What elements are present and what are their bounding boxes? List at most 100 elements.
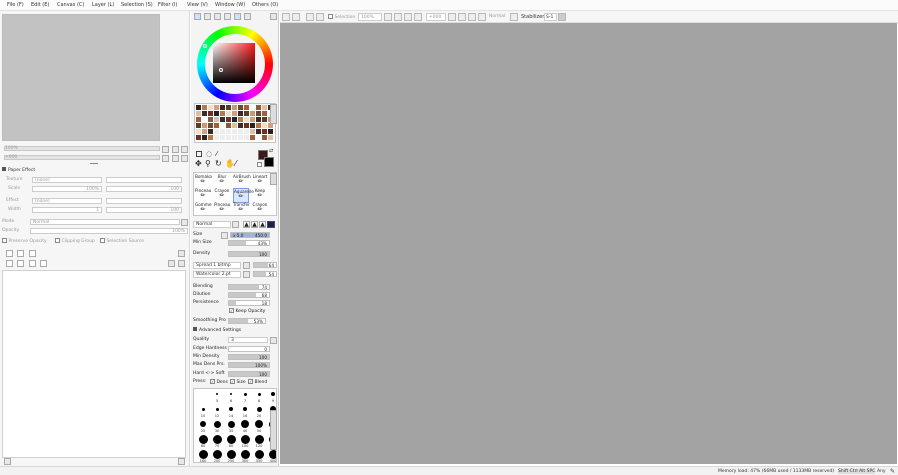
invert-selection-icon[interactable] (316, 13, 324, 21)
keep-opacity-checkbox[interactable]: ✓ Keep Opacity (229, 308, 265, 314)
color-swatch[interactable] (208, 123, 213, 128)
brush-size-dot[interactable] (255, 420, 263, 428)
color-swatch[interactable] (250, 111, 255, 116)
color-swatch[interactable] (232, 105, 237, 110)
sv-marker[interactable] (219, 68, 223, 72)
selection-source-checkbox[interactable]: Selection Source (100, 238, 144, 244)
brush-shape-strength-slider[interactable]: 64 (253, 262, 277, 268)
color-swatch[interactable] (226, 123, 231, 128)
undo-icon[interactable] (282, 13, 290, 21)
rotation-dropdown-icon[interactable] (448, 13, 456, 21)
brush-size-dot[interactable] (198, 434, 208, 444)
rotate-right-icon[interactable] (468, 13, 476, 21)
color-swatch[interactable] (250, 117, 255, 122)
effect-select-2[interactable] (106, 198, 182, 204)
effect-strength-slider[interactable]: 100 (106, 207, 182, 213)
menu-layer[interactable]: Layer (L) (92, 2, 114, 8)
zoom-in-button[interactable] (162, 146, 169, 153)
swatch-tab-icon[interactable] (224, 13, 231, 20)
color-wheel-tab-icon[interactable] (194, 13, 201, 20)
color-swatch[interactable] (226, 117, 231, 122)
merge-down-icon[interactable] (17, 260, 24, 267)
brush-size-dot[interactable] (227, 420, 235, 428)
preserve-opacity-checkbox[interactable]: Preserve Opacity (2, 238, 47, 244)
brush-tool-slot[interactable]: Transfer ✏ (233, 202, 250, 217)
color-swatch[interactable] (250, 135, 255, 140)
delete-layer-icon[interactable] (40, 260, 47, 267)
brush-size-dot[interactable] (254, 434, 264, 444)
color-swatch[interactable] (232, 123, 237, 128)
color-swatch[interactable] (226, 105, 231, 110)
stabilizer-select[interactable]: S-1 (544, 13, 557, 21)
color-swatch[interactable] (196, 123, 201, 128)
swatch-scrollbar[interactable] (270, 104, 277, 124)
color-swatch[interactable] (262, 117, 267, 122)
color-swatch[interactable] (256, 129, 261, 134)
hsv-slider-tab-icon[interactable] (214, 13, 221, 20)
rotate-left-icon[interactable] (458, 13, 466, 21)
rotate-icon[interactable]: ↻ (215, 160, 222, 168)
effect-width-slider[interactable]: 1 (32, 207, 102, 213)
brush-size-dot[interactable] (201, 407, 205, 411)
brush-size-scrollbar[interactable] (270, 410, 277, 450)
color-swatch-grid[interactable] (194, 103, 276, 143)
color-swatch[interactable] (244, 123, 249, 128)
redo-icon[interactable] (292, 13, 300, 21)
color-swatch[interactable] (256, 135, 261, 140)
color-swatch[interactable] (196, 135, 201, 140)
layer-scroll-left[interactable] (4, 458, 11, 465)
brush-tool-slot[interactable]: Crayon ✏ (214, 188, 230, 203)
press-blend-checkbox[interactable]: ✓ Blend (248, 379, 267, 385)
new-linework-layer-icon[interactable] (17, 250, 24, 257)
color-swatch[interactable] (208, 105, 213, 110)
color-swatch[interactable] (202, 117, 207, 122)
color-swatch[interactable] (268, 129, 273, 134)
press-dens-checkbox[interactable]: ✓ Dens (210, 379, 228, 385)
flip-view-icon[interactable] (510, 13, 518, 21)
size-slider[interactable]: x 5.0 450.0 (230, 232, 270, 238)
eyedropper-icon[interactable]: ⁄ (235, 160, 236, 168)
color-swatch[interactable] (214, 111, 219, 116)
color-swatch[interactable] (238, 123, 243, 128)
color-swatch[interactable] (262, 129, 267, 134)
color-swatch[interactable] (226, 135, 231, 140)
zoom-dropdown-icon[interactable] (384, 13, 392, 21)
zoom-reset-button[interactable] (181, 146, 188, 153)
color-swatch[interactable] (262, 135, 267, 140)
color-swatch[interactable] (244, 135, 249, 140)
brush-size-dot[interactable] (271, 392, 275, 396)
zoom-in-icon[interactable] (394, 13, 402, 21)
brush-tool-slot[interactable]: Lineart ✏ (252, 174, 268, 189)
brush-tip-flat-icon[interactable] (267, 221, 275, 228)
scratchpad-tab-icon[interactable] (244, 13, 251, 20)
brush-size-dot[interactable] (254, 449, 264, 459)
advanced-settings-toggle[interactable]: Advanced Settings (193, 327, 241, 333)
swap-colors-icon[interactable]: ⇄ (269, 148, 273, 154)
brush-tool-slot[interactable]: Pinceau ✏ (195, 188, 211, 203)
zoom-slider[interactable] (4, 146, 160, 151)
color-swatch[interactable] (244, 117, 249, 122)
brush-shape-dropdown[interactable] (243, 262, 250, 269)
color-swatch[interactable] (244, 129, 249, 134)
color-swatch[interactable] (256, 117, 261, 122)
brush-size-dot[interactable] (268, 449, 276, 459)
brush-tool-slot[interactable]: Aquarelle ✏ (233, 188, 254, 203)
color-swatch[interactable] (208, 117, 213, 122)
color-swatch[interactable] (256, 105, 261, 110)
texture-select-2[interactable] (106, 177, 182, 183)
color-swatch[interactable] (208, 129, 213, 134)
texture-strength-slider[interactable]: 100 (106, 186, 182, 192)
color-swatch[interactable] (232, 111, 237, 116)
menu-window[interactable]: Window (W) (215, 2, 245, 8)
color-swatch[interactable] (220, 111, 225, 116)
blend-mode-dropdown-button[interactable] (232, 221, 239, 228)
zoom-out-button[interactable] (172, 146, 179, 153)
panel-splitter[interactable] (90, 163, 98, 164)
zoom-icon[interactable]: ⚲ (205, 160, 211, 168)
color-swatch[interactable] (232, 129, 237, 134)
brush-grid-scrollbar[interactable] (270, 173, 277, 185)
color-swatch[interactable] (196, 117, 201, 122)
advanced-settings-row[interactable]: Advanced Settings (193, 327, 277, 334)
blending-slider[interactable]: 74 (228, 284, 270, 290)
color-swatch[interactable] (226, 111, 231, 116)
